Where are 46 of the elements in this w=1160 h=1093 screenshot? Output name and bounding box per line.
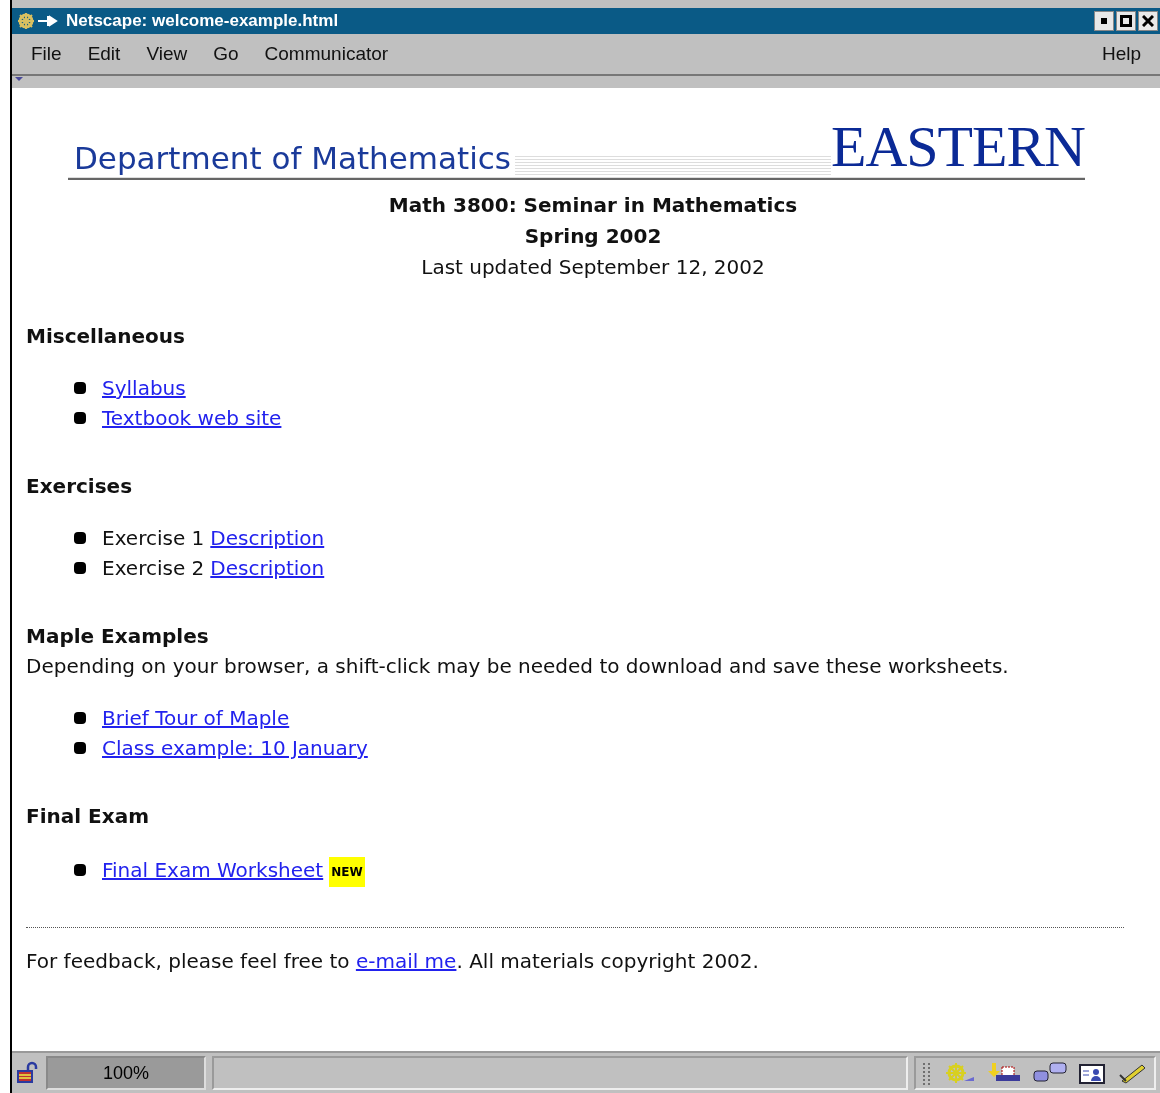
maximize-button[interactable] bbox=[1116, 11, 1136, 31]
menu-item[interactable]: File bbox=[18, 43, 75, 65]
grip-icon[interactable] bbox=[922, 1061, 932, 1085]
chat-bubbles-icon[interactable] bbox=[1032, 1061, 1068, 1085]
bullet-icon bbox=[74, 864, 86, 876]
section-heading: Miscellaneous bbox=[26, 323, 186, 350]
link[interactable]: Final Exam Worksheet bbox=[102, 855, 324, 885]
maximize-icon bbox=[1120, 15, 1132, 27]
padlock-icon[interactable] bbox=[16, 1061, 40, 1085]
email-link[interactable]: e-mail me bbox=[355, 949, 457, 973]
item-text: Exercise 1 bbox=[102, 525, 205, 552]
item-text: Exercise 2 bbox=[102, 555, 205, 582]
menu-item[interactable]: View bbox=[133, 43, 201, 65]
link[interactable]: Brief Tour of Maple bbox=[102, 703, 290, 733]
link[interactable]: Description bbox=[210, 553, 325, 583]
window-title: Netscape: welcome-example.html bbox=[66, 11, 340, 31]
menu-item[interactable]: Edit bbox=[74, 43, 134, 65]
link[interactable]: Textbook web site bbox=[102, 403, 282, 433]
link[interactable]: Syllabus bbox=[102, 373, 186, 403]
minimize-icon bbox=[1100, 17, 1108, 25]
address-card-icon[interactable] bbox=[1078, 1061, 1108, 1085]
menu-item[interactable]: Go bbox=[200, 43, 252, 65]
close-button[interactable] bbox=[1138, 11, 1158, 31]
bullet-icon bbox=[74, 382, 86, 394]
bullet-icon bbox=[74, 412, 86, 424]
bullet-icon bbox=[74, 712, 86, 724]
minimize-button[interactable] bbox=[1094, 11, 1114, 31]
section-heading: Maple Examples bbox=[26, 623, 210, 650]
bullet-icon bbox=[74, 742, 86, 754]
link[interactable]: Class example: 10 January bbox=[102, 733, 368, 763]
close-icon bbox=[1142, 15, 1154, 27]
footer-text: For feedback, please feel free to e-mail me. All materials copyright 2002. bbox=[26, 948, 760, 975]
menu-item[interactable]: Communicator bbox=[251, 43, 402, 65]
last-updated: Last updated September 12, 2002 bbox=[421, 254, 765, 281]
section-intro: Depending on your browser, a shift-click may be needed to download and save these worksheets. bbox=[26, 653, 1010, 680]
section-heading: Exercises bbox=[26, 473, 134, 500]
new-badge: NEW bbox=[329, 857, 365, 887]
bullet-icon bbox=[74, 562, 86, 574]
zoom-indicator: 100% bbox=[46, 1056, 206, 1090]
course-term: Spring 2002 bbox=[524, 223, 662, 250]
caret-icon[interactable] bbox=[14, 76, 24, 82]
section-heading: Final Exam bbox=[26, 803, 150, 830]
menu-item[interactable]: Help bbox=[1088, 43, 1154, 65]
course-title: Math 3800: Seminar in Mathematics bbox=[388, 192, 798, 219]
link[interactable]: Description bbox=[210, 523, 325, 553]
bullet-icon bbox=[74, 532, 86, 544]
